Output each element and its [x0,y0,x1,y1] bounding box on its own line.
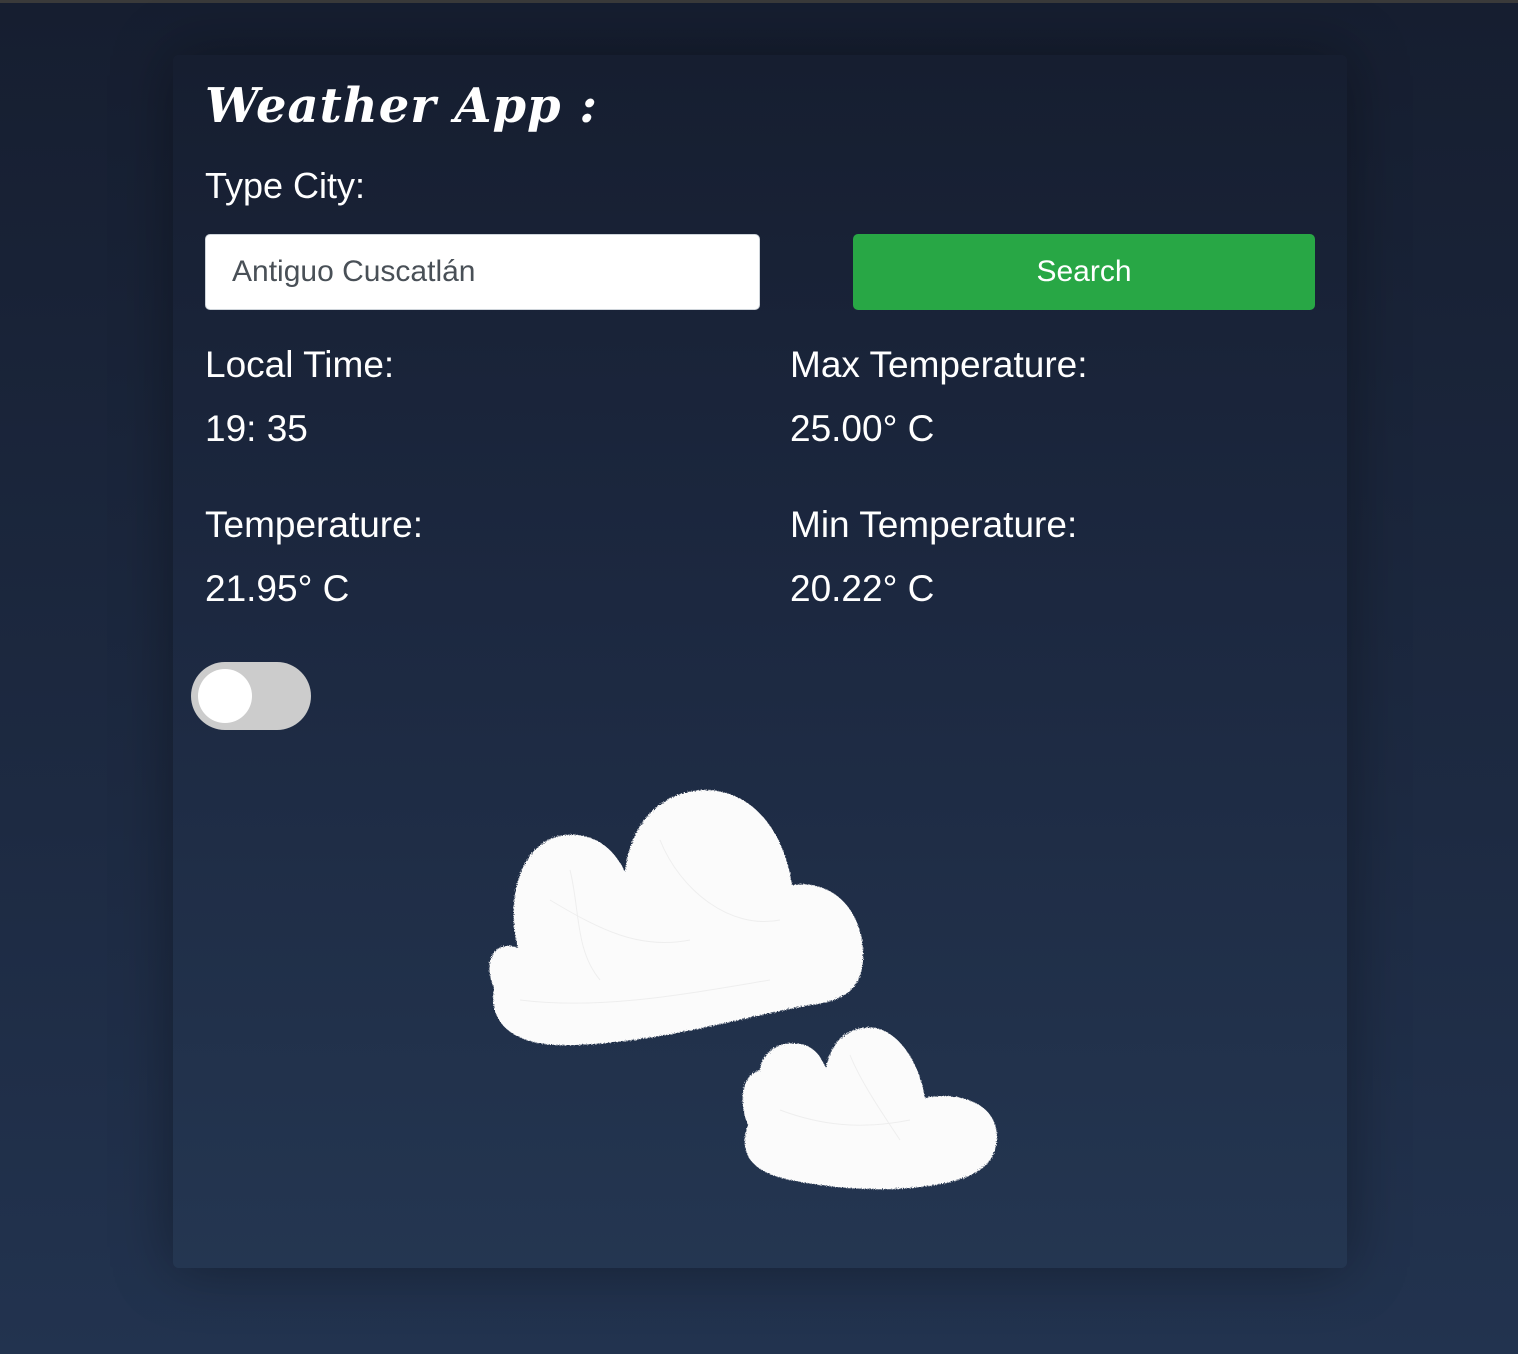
local-time-value: 19: 35 [205,408,308,449]
min-temperature-value: 20.22° C [790,568,935,609]
temperature-label: Temperature: [205,504,423,545]
theme-toggle[interactable] [191,662,311,730]
city-label: Type City: [205,165,366,206]
min-temperature-label: Min Temperature: [790,504,1078,545]
toggle-knob [198,669,252,723]
local-time-label: Local Time: [205,344,395,385]
search-button[interactable]: Search [853,234,1315,310]
city-input[interactable] [205,234,760,310]
max-temperature-label: Max Temperature: [790,344,1088,385]
app-title: Weather App : [205,78,599,134]
window-top-border [0,0,1518,3]
clouds-icon [489,790,998,1190]
max-temperature-value: 25.00° C [790,408,935,449]
temperature-value: 21.95° C [205,568,350,609]
